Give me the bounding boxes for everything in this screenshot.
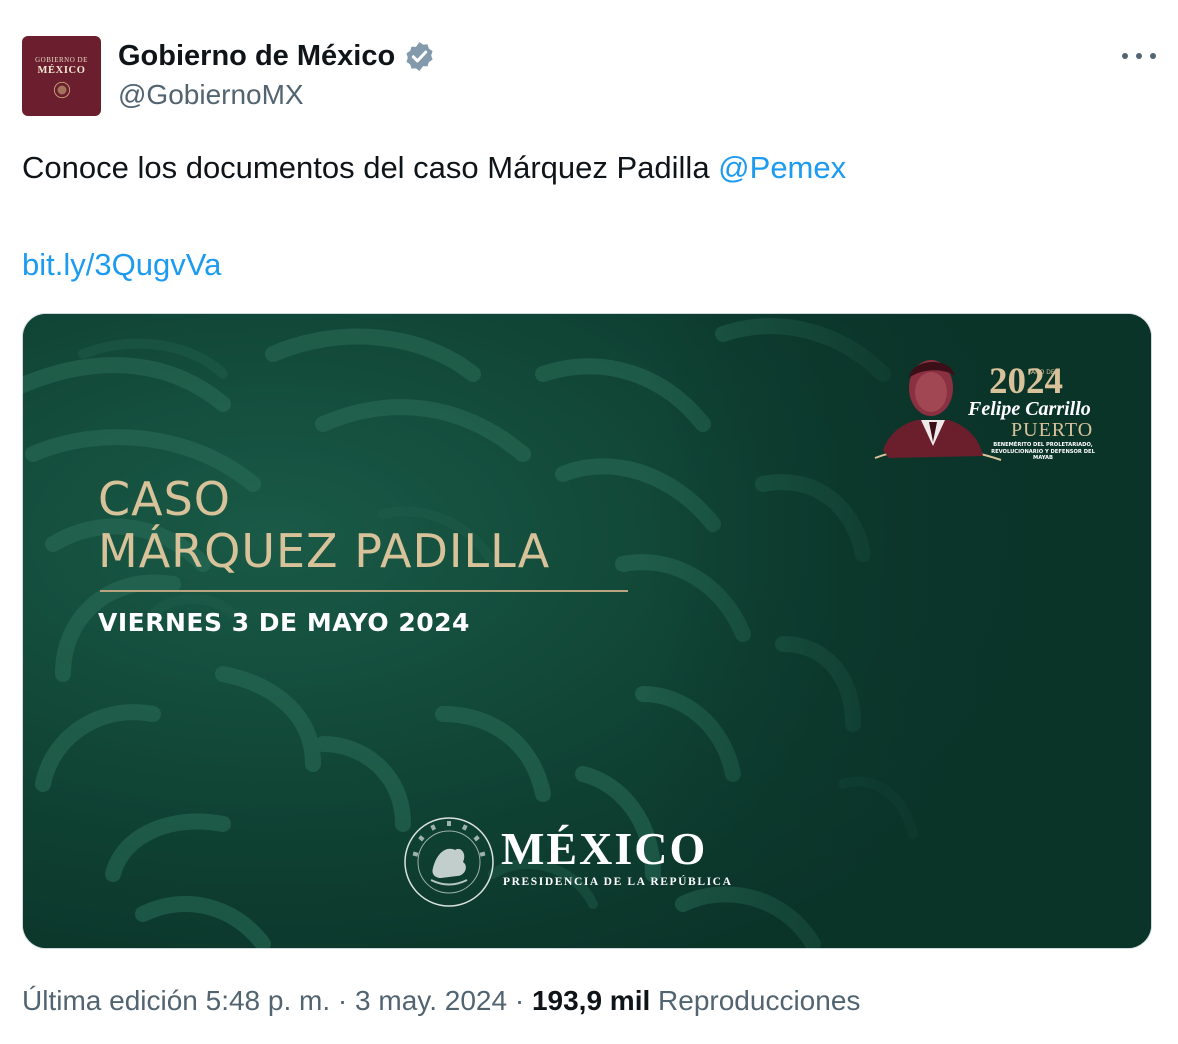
tweet-body: Conoce los documentos del caso Márquez P… <box>22 150 719 185</box>
edit-timestamp[interactable]: Última edición 5:48 p. m. <box>22 985 330 1016</box>
badge-year-label: AÑO DE <box>1031 369 1055 376</box>
name-row: Gobierno de México <box>118 38 436 74</box>
more-options-icon[interactable] <box>1122 42 1156 70</box>
card-title-line1: CASO <box>98 472 231 526</box>
avatar-line1: GOBIERNO DE <box>35 56 88 64</box>
meta-separator: · <box>507 985 532 1016</box>
user-handle[interactable]: @GobiernoMX <box>118 79 304 111</box>
meta-separator: · <box>330 985 356 1016</box>
logo-title: MÉXICO <box>501 823 708 874</box>
more-dot <box>1150 53 1156 59</box>
avatar-line2: MÉXICO <box>37 65 86 76</box>
views-label: Reproducciones <box>650 985 861 1016</box>
tweet-meta: Última edición 5:48 p. m. · 3 may. 2024 … <box>22 985 860 1017</box>
display-name[interactable]: Gobierno de México <box>118 40 395 73</box>
anniversary-badge: 2024 AÑO DE Felipe Carrillo PUERTO BENEM… <box>871 350 1111 470</box>
mention-link[interactable]: @Pemex <box>718 150 846 185</box>
tweet-link[interactable]: bit.ly/3QugvVa <box>22 247 221 283</box>
title-divider <box>100 590 628 592</box>
logo-subtitle: PRESIDENCIA DE LA REPÚBLICA <box>503 876 733 888</box>
media-card[interactable]: CASO MÁRQUEZ PADILLA VIERNES 3 DE MAYO 2… <box>22 313 1152 949</box>
views-count: 193,9 mil <box>531 985 651 1016</box>
badge-description: BENEMÉRITO DEL PROLETARIADO, REVOLUCIONA… <box>991 442 1095 461</box>
more-dot <box>1122 53 1128 59</box>
badge-name: Felipe Carrillo <box>968 398 1091 420</box>
tweet-header: GOBIERNO DE MÉXICO Gobierno de México @G… <box>22 36 1156 116</box>
more-dot <box>1136 53 1142 59</box>
verified-badge-icon <box>406 41 433 71</box>
card-date: VIERNES 3 DE MAYO 2024 <box>98 608 470 637</box>
tweet-text: Conoce los documentos del caso Márquez P… <box>22 150 846 186</box>
card-title-line2: MÁRQUEZ PADILLA <box>98 524 551 578</box>
badge-puerto: PUERTO <box>1011 419 1094 441</box>
post-date[interactable]: 3 may. 2024 <box>355 985 507 1016</box>
avatar[interactable]: GOBIERNO DE MÉXICO <box>22 36 101 116</box>
avatar-seal-icon <box>53 81 71 99</box>
badge-year: 2024 <box>989 361 1063 402</box>
eagle-seal-icon <box>404 817 494 907</box>
